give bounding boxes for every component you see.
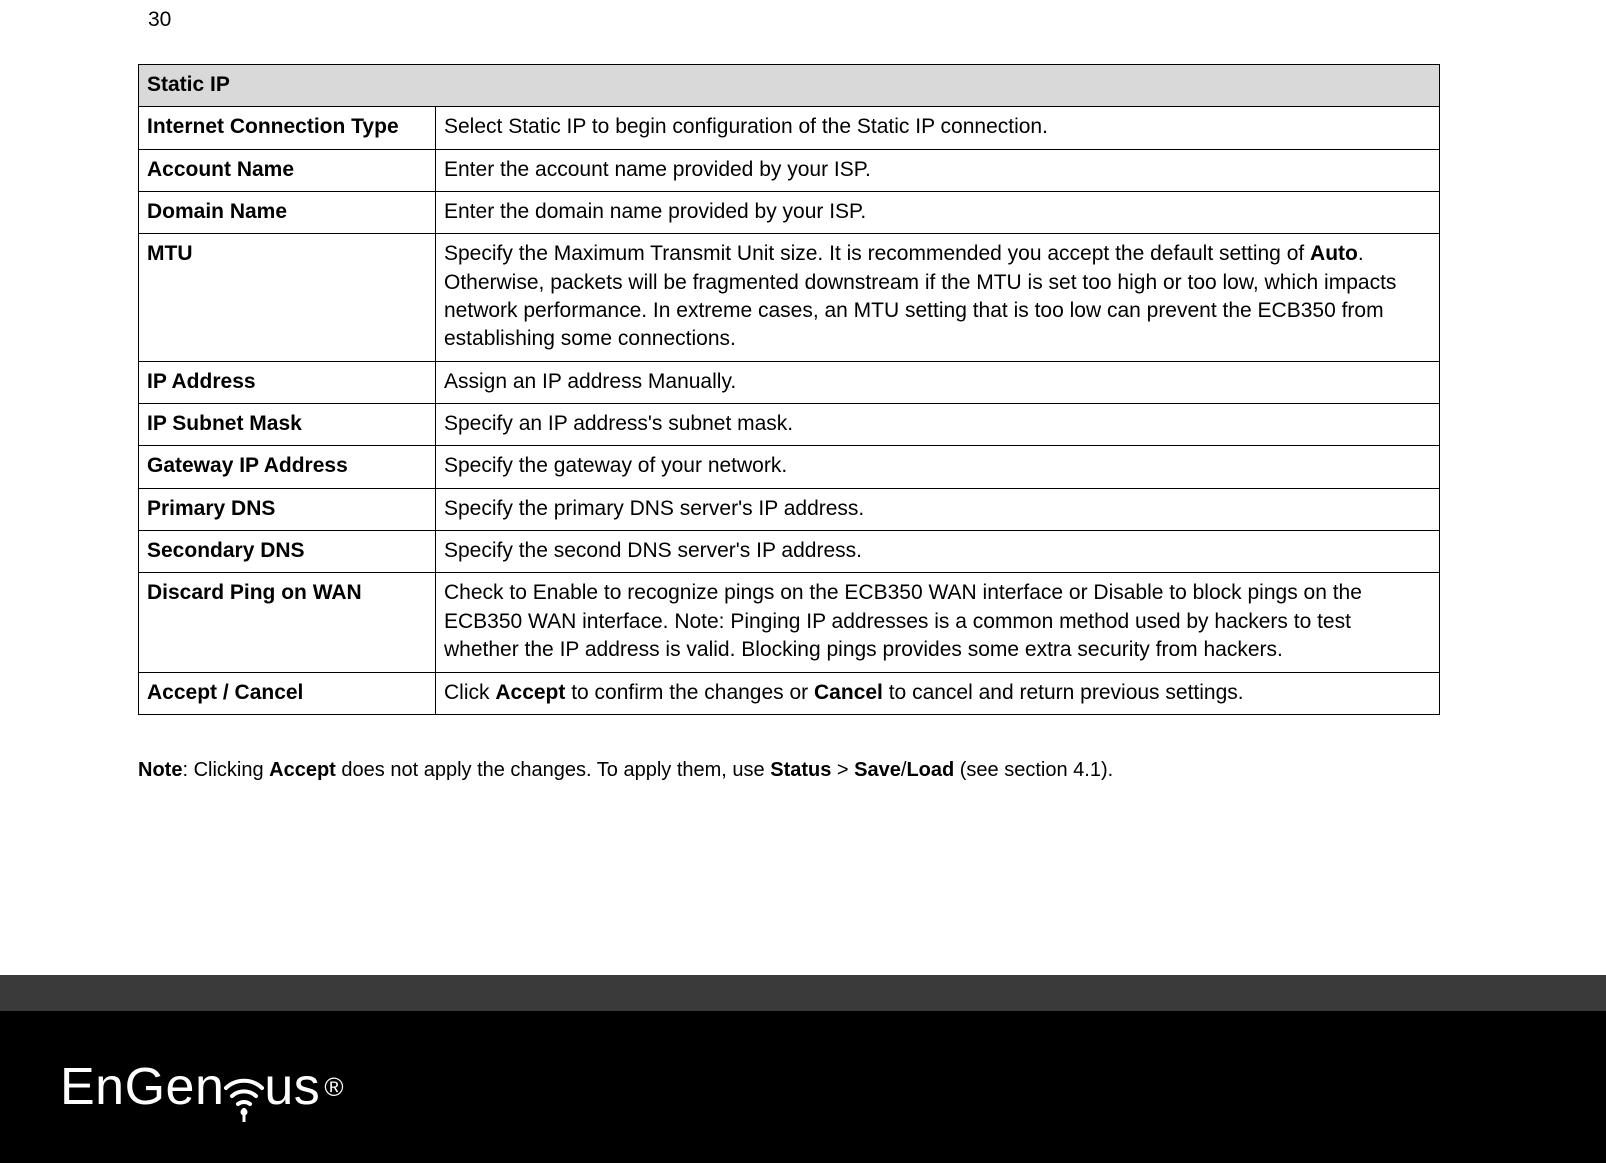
table-row: Accept / CancelClick Accept to confirm t… [139,672,1440,714]
footer: EnGen us® [0,975,1606,1163]
wifi-icon [220,1060,268,1116]
row-desc: Specify the gateway of your network. [436,446,1440,488]
row-desc: Check to Enable to recognize pings on th… [436,573,1440,672]
table-row: IP AddressAssign an IP address Manually. [139,361,1440,403]
row-desc: Enter the domain name provided by your I… [436,192,1440,234]
row-label: MTU [139,234,436,361]
table-header: Static IP [139,65,1440,107]
page-number: 30 [148,8,171,32]
footer-bar-bottom: EnGen us® [0,1011,1606,1163]
table-row: Gateway IP AddressSpecify the gateway of… [139,446,1440,488]
row-desc: Click Accept to confirm the changes or C… [436,672,1440,714]
brand-logo: EnGen us® [60,1057,344,1117]
table-row: IP Subnet MaskSpecify an IP address's su… [139,404,1440,446]
table-header-row: Static IP [139,65,1440,107]
footer-bar-top [0,975,1606,1011]
row-label: Account Name [139,149,436,191]
row-desc: Enter the account name provided by your … [436,149,1440,191]
brand-text-part1: EnGen [60,1057,224,1117]
table-row: Secondary DNSSpecify the second DNS serv… [139,531,1440,573]
table-row: Account NameEnter the account name provi… [139,149,1440,191]
row-label: Secondary DNS [139,531,436,573]
table-row: Primary DNSSpecify the primary DNS serve… [139,488,1440,530]
table-row: MTUSpecify the Maximum Transmit Unit siz… [139,234,1440,361]
row-label: Accept / Cancel [139,672,436,714]
static-ip-table: Static IP Internet Connection TypeSelect… [138,64,1440,715]
row-label: Discard Ping on WAN [139,573,436,672]
row-desc: Specify the primary DNS server's IP addr… [436,488,1440,530]
table-row: Domain NameEnter the domain name provide… [139,192,1440,234]
row-label: Internet Connection Type [139,107,436,149]
reg-mark-icon: ® [324,1072,344,1103]
row-desc: Select Static IP to begin configuration … [436,107,1440,149]
row-label: IP Address [139,361,436,403]
brand-text-part2: us [264,1057,320,1117]
row-label: IP Subnet Mask [139,404,436,446]
row-desc: Specify the Maximum Transmit Unit size. … [436,234,1440,361]
row-label: Gateway IP Address [139,446,436,488]
row-desc: Specify the second DNS server's IP addre… [436,531,1440,573]
row-label: Primary DNS [139,488,436,530]
table-row: Discard Ping on WANCheck to Enable to re… [139,573,1440,672]
note-text: Note: Clicking Accept does not apply the… [138,757,1440,783]
table-row: Internet Connection TypeSelect Static IP… [139,107,1440,149]
row-desc: Assign an IP address Manually. [436,361,1440,403]
content-area: Static IP Internet Connection TypeSelect… [138,64,1440,783]
row-label: Domain Name [139,192,436,234]
row-desc: Specify an IP address's subnet mask. [436,404,1440,446]
